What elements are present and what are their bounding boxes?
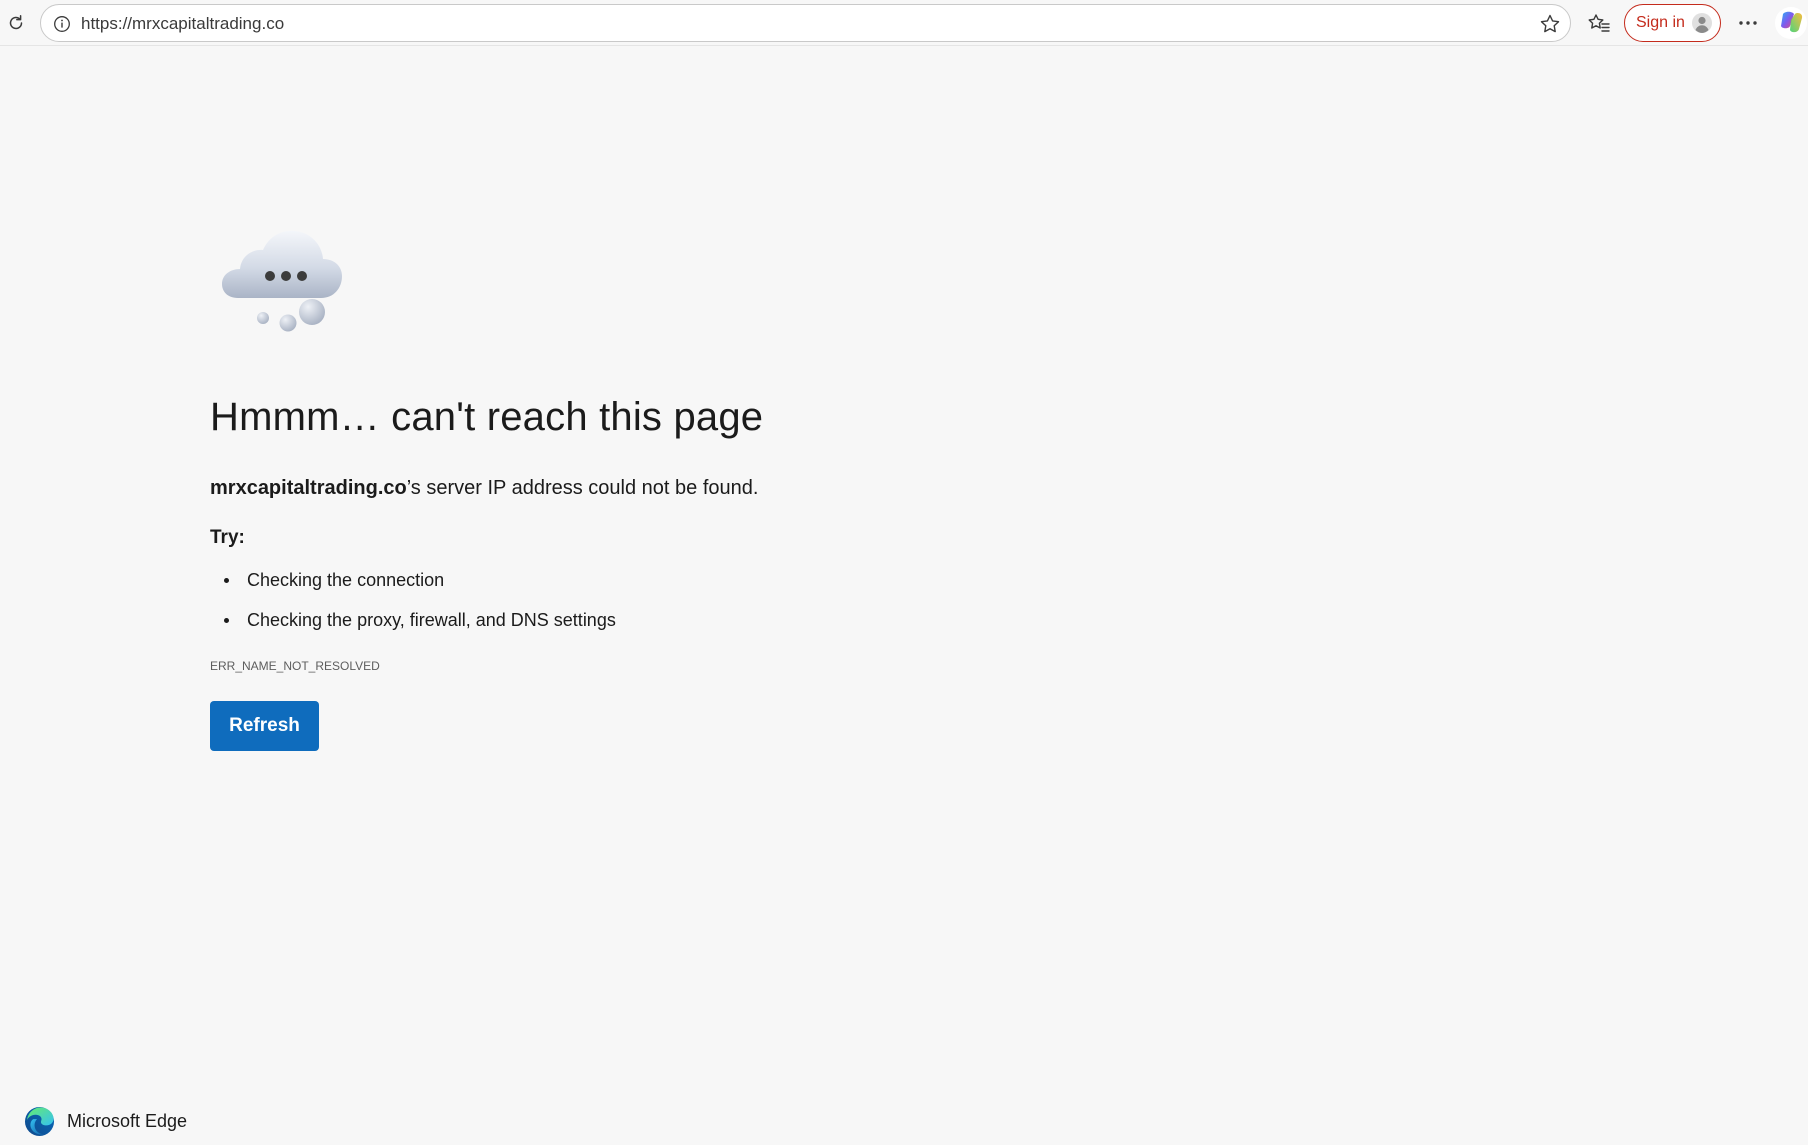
more-options-button[interactable] (1733, 9, 1763, 37)
error-description: mrxcapitaltrading.co’s server IP address… (210, 477, 758, 500)
edge-brand-name: Microsoft Edge (67, 1111, 188, 1131)
suggestion-check-proxy-firewall-dns: Checking the proxy, firewall, and DNS se… (210, 608, 616, 648)
site-info-button[interactable] (51, 13, 73, 35)
add-favorite-button[interactable] (1538, 12, 1562, 36)
refresh-button[interactable]: Refresh (210, 701, 319, 751)
star-icon (1540, 14, 1560, 33)
profile-avatar-icon (1692, 13, 1712, 33)
error-code: ERR_NAME_NOT_RESOLVED (210, 659, 380, 673)
favorites-button[interactable] (1584, 9, 1614, 37)
sign-in-label: Sign in (1636, 14, 1685, 31)
suggestion-check-connection: Checking the connection (210, 568, 616, 608)
cloud-error-illustration (220, 228, 360, 338)
error-host: mrxcapitaltrading.co (210, 477, 407, 499)
suggestion-list: Checking the connection Checking the pro… (210, 568, 616, 648)
edge-brand: Microsoft Edge (24, 1106, 187, 1137)
copilot-button[interactable] (1774, 6, 1808, 40)
address-bar[interactable]: https://mrxcapitaltrading.co (40, 4, 1571, 42)
reload-icon (9, 15, 23, 30)
error-message-text: ’s server IP address could not be found. (406, 477, 759, 499)
sign-in-button[interactable]: Sign in (1624, 4, 1721, 42)
cloud-error-icon (222, 230, 342, 332)
url-text[interactable]: https://mrxcapitaltrading.co (81, 14, 284, 34)
reload-button[interactable] (2, 9, 30, 37)
info-icon (54, 16, 70, 32)
copilot-icon (1775, 7, 1807, 39)
error-title: Hmmm… can't reach this page (210, 395, 764, 439)
more-icon (1739, 21, 1757, 25)
favorites-icon (1588, 14, 1610, 32)
try-heading: Try: (210, 527, 245, 548)
browser-toolbar: https://mrxcapitaltrading.co Sign in (0, 0, 1808, 46)
edge-logo-icon (24, 1106, 55, 1137)
